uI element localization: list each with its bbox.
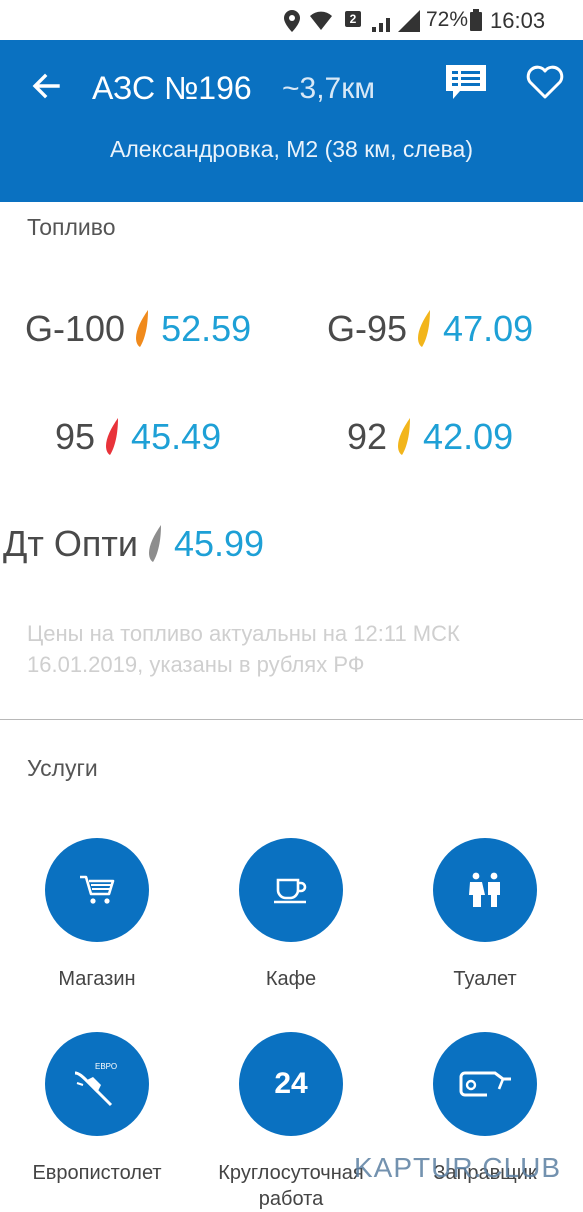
fuel-drop-icon [136,310,149,347]
section-divider [0,719,583,720]
station-header: АЗС №196 ~3,7км Александровка, М2 (38 км… [0,40,583,202]
fuel-price: 52.59 [161,308,252,349]
coffee-cup-icon [274,878,307,904]
service-cafe: Кафе [194,838,388,992]
reviews-icon[interactable] [444,62,488,102]
service-label: Европистолет [32,1162,162,1184]
signal-icon [372,10,420,32]
watermark: KAPTUR.CLUB [354,1152,562,1183]
price-update-note: Цены на топливо актуальны на 12:11 МСК 1… [27,621,460,677]
shopping-cart-icon [80,875,115,904]
service-shop: Магазин [0,838,194,992]
service-label: Туалет [453,968,517,990]
service-toilet: Туалет [388,838,582,992]
fuel-drop-icon [148,525,161,562]
status-bar: 2 72% 16:03 [0,0,583,40]
fuel-price: 45.99 [173,523,265,564]
services-section-label: Услуги [27,755,98,781]
wifi-icon [310,11,332,30]
battery-icon [470,9,482,31]
service-cafe-button[interactable] [239,838,343,942]
fuel-item-95: 95 45.49 [55,416,221,458]
service-label: Магазин [58,968,136,990]
location-pin-icon [284,10,300,32]
fuel-nozzle-icon [459,1071,511,1097]
service-24-hours: 24 Круглосуточная работа [194,1032,388,1212]
favorite-heart-icon[interactable] [526,64,564,100]
euro-nozzle-icon: ЕВРО [74,1062,117,1107]
station-address: Александровка, М2 (38 км, слева) [110,136,473,162]
fuel-drop-icon [418,310,431,347]
fuel-price: 47.09 [443,308,534,349]
notification-badge: 2 [345,11,361,27]
fuel-name: 92 [347,416,388,457]
service-attendant-button[interactable] [433,1032,537,1136]
station-distance: ~3,7км [282,72,375,105]
service-shop-button[interactable] [45,838,149,942]
fuel-price: 42.09 [423,416,514,457]
fuel-name: 95 [55,416,96,457]
fuel-name: Дт Опти [3,523,138,564]
station-title: АЗС №196 [92,70,252,106]
fuel-price: 45.49 [131,416,222,457]
fuel-name: G-100 [25,308,126,349]
fuel-item-92: 92 42.09 [347,416,513,458]
service-euro-nozzle-button[interactable]: ЕВРО [45,1032,149,1136]
clock: 16:03 [490,8,546,33]
euro-text: ЕВРО [95,1062,117,1071]
service-euro-nozzle: ЕВРО Европистолет [0,1032,194,1186]
service-toilet-button[interactable] [433,838,537,942]
fuel-drop-icon [398,418,411,455]
fuel-item-g95: G-95 47.09 [327,308,533,350]
fuel-item-g100: G-100 52.59 [25,308,251,350]
back-arrow-icon[interactable] [28,68,64,104]
fuel-drop-icon [106,418,119,455]
toilet-icon [469,872,500,907]
battery-percent: 72% [426,8,469,31]
service-label: Кафе [265,968,317,990]
24-hours-icon: 24 [274,1067,308,1100]
fuel-name: G-95 [327,308,408,349]
service-24-hours-button[interactable]: 24 [239,1032,343,1136]
fuel-item-dt-opti: Дт Опти 45.99 [3,523,264,565]
fuel-section-label: Топливо [27,214,116,240]
